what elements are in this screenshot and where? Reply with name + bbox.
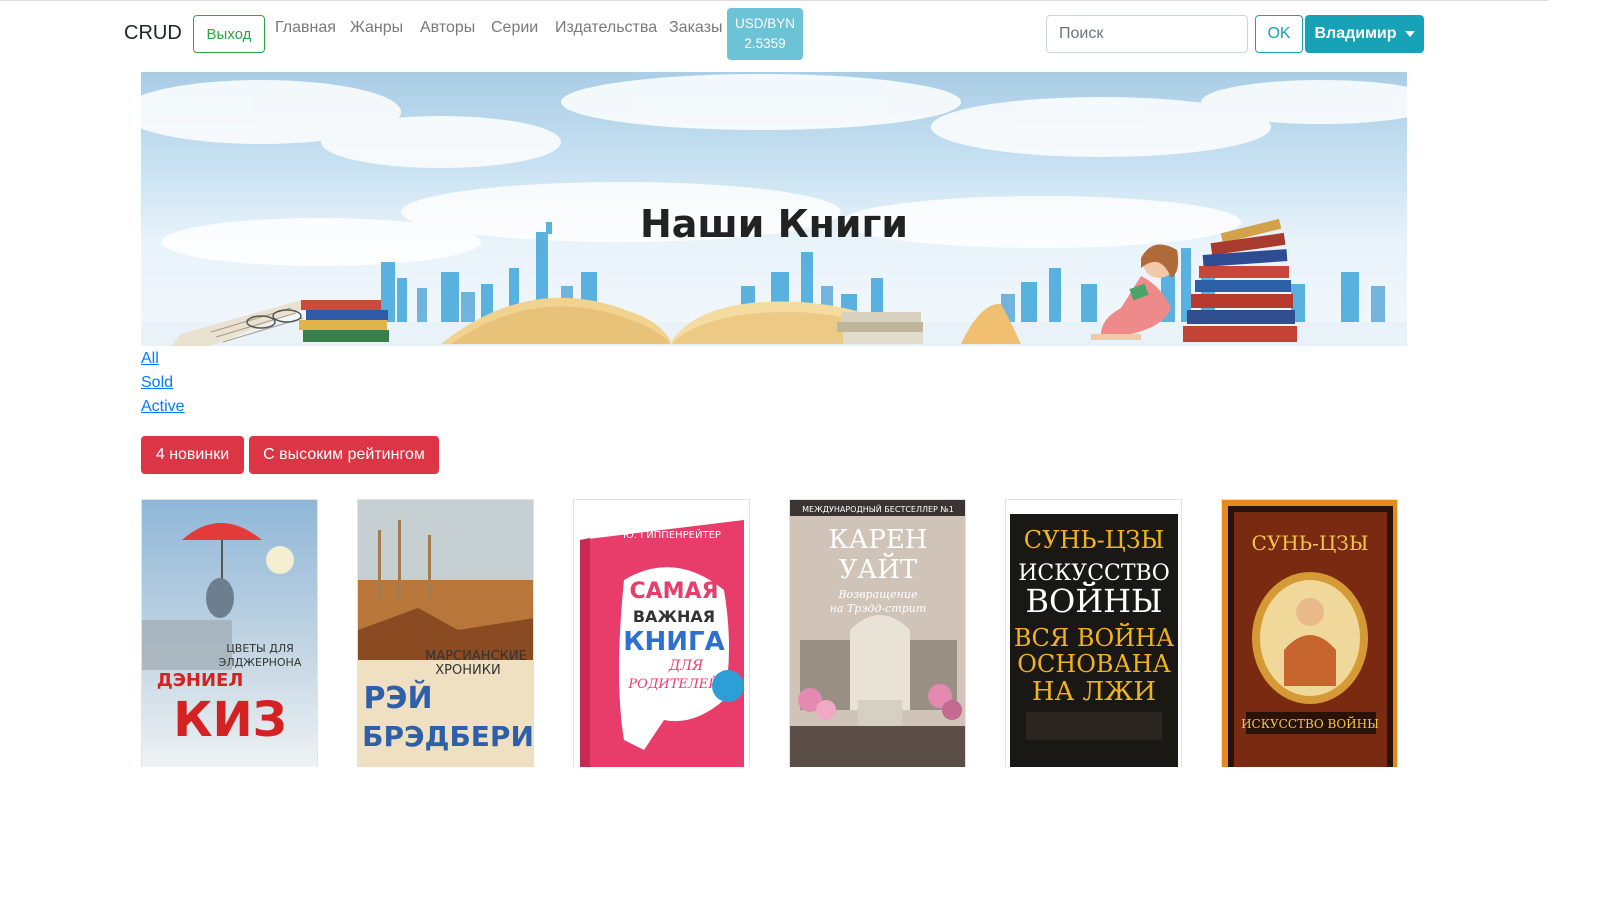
book-cover-image: МАРСИАНСКИЕ ХРОНИКИ РЭЙ БРЭДБЕРИ [358, 500, 534, 767]
book-4-author-first: КАРЕН [829, 525, 928, 555]
hero-title: Наши Книги [639, 202, 909, 246]
book-1-title-line1: ЦВЕТЫ ДЛЯ [226, 642, 293, 655]
hero-banner: Наши Книги [141, 72, 1407, 346]
top-border [0, 0, 1548, 1]
book-cover-image: МЕЖДУНАРОДНЫЙ БЕСТСЕЛЛЕР №1 КАРЕН УАЙТ В… [790, 500, 965, 767]
book-2-author-first: РЭЙ [363, 680, 432, 716]
book-card[interactable]: МЕЖДУНАРОДНЫЙ БЕСТСЕЛЛЕР №1 КАРЕН УАЙТ В… [789, 499, 966, 767]
book-3-title-4: ДЛЯ [668, 658, 704, 674]
nav-link-home[interactable]: Главная [275, 19, 336, 37]
book-5-quote-2: ОСНОВАНА [1017, 650, 1171, 678]
book-3-author: Ю. ГИППЕНРЕЙТЕР [623, 528, 721, 541]
book-3-title-3: КНИГА [623, 627, 724, 657]
user-name: Владимир [1314, 25, 1397, 42]
book-5-title-2: ВОЙНЫ [1025, 581, 1162, 620]
nav-link-series[interactable]: Серии [491, 19, 538, 37]
book-4-author-last: УАЙТ [839, 553, 918, 585]
book-5-author: СУНЬ-ЦЗЫ [1024, 526, 1164, 554]
currency-rate-badge: USD/BYN 2.5359 [727, 8, 803, 60]
book-cover-image: Ю. ГИППЕНРЕЙТЕР САМАЯ ВАЖНАЯ КНИГА ДЛЯ Р… [574, 500, 749, 767]
book-4-header: МЕЖДУНАРОДНЫЙ БЕСТСЕЛЛЕР №1 [802, 503, 954, 514]
new-books-button[interactable]: 4 новинки [141, 436, 244, 474]
currency-value: 2.5359 [744, 36, 786, 51]
chevron-down-icon [1404, 31, 1415, 37]
book-card[interactable]: ЦВЕТЫ ДЛЯ ЭЛДЖЕРНОНА ДЭНИЕЛ КИЗ [141, 499, 318, 767]
book-5-quote-3: НА ЛЖИ [1032, 677, 1156, 707]
book-card[interactable]: Ю. ГИППЕНРЕЙТЕР САМАЯ ВАЖНАЯ КНИГА ДЛЯ Р… [573, 499, 750, 767]
nav-link-orders[interactable]: Заказы [669, 19, 722, 37]
book-2-author-last: БРЭДБЕРИ [362, 720, 534, 753]
book-2-title-line1: МАРСИАНСКИЕ [425, 649, 527, 664]
book-5-quote-1: ВСЯ ВОЙНА [1014, 622, 1174, 652]
nav-link-publishers[interactable]: Издательства [555, 19, 657, 37]
book-6-title: ИСКУССТВО ВОЙНЫ [1241, 715, 1379, 731]
filter-link-all[interactable]: All [141, 350, 159, 368]
book-2-title-line2: ХРОНИКИ [435, 663, 500, 678]
high-rating-button[interactable]: С высоким рейтингом [249, 436, 439, 474]
book-1-author-last: КИЗ [173, 692, 287, 748]
book-3-title-5: РОДИТЕЛЕЙ [627, 674, 720, 692]
book-card[interactable]: МАРСИАНСКИЕ ХРОНИКИ РЭЙ БРЭДБЕРИ [357, 499, 534, 767]
book-card[interactable]: СУНЬ-ЦЗЫ ИСКУССТВО ВОЙНЫ [1221, 499, 1398, 767]
book-3-title-1: САМАЯ [629, 579, 718, 604]
search-ok-button[interactable]: OK [1255, 15, 1303, 53]
book-4-subtitle-2: на Трэдд-стрит [830, 602, 927, 615]
book-cover-image: ЦВЕТЫ ДЛЯ ЭЛДЖЕРНОНА ДЭНИЕЛ КИЗ [142, 500, 317, 767]
book-3-title-2: ВАЖНАЯ [633, 607, 715, 626]
search-input[interactable] [1046, 15, 1248, 53]
book-cover-image: СУНЬ-ЦЗЫ ИСКУССТВО ВОЙНЫ [1222, 500, 1397, 767]
user-dropdown-button[interactable]: Владимир [1305, 15, 1424, 53]
filter-link-sold[interactable]: Sold [141, 374, 173, 392]
book-4-subtitle-1: Возвращение [837, 588, 918, 601]
book-6-author: СУНЬ-ЦЗЫ [1251, 531, 1368, 555]
nav-link-authors[interactable]: Авторы [420, 19, 475, 37]
currency-pair: USD/BYN [734, 16, 795, 31]
nav-link-genres[interactable]: Жанры [350, 19, 403, 37]
book-cover-image: СУНЬ-ЦЗЫ ИСКУССТВО ВОЙНЫ ВСЯ ВОЙНА ОСНОВ… [1006, 500, 1181, 767]
book-1-author-first: ДЭНИЕЛ [157, 670, 244, 691]
filter-link-active[interactable]: Active [141, 398, 185, 416]
book-1-title-line2: ЭЛДЖЕРНОНА [219, 656, 302, 669]
book-card[interactable]: СУНЬ-ЦЗЫ ИСКУССТВО ВОЙНЫ ВСЯ ВОЙНА ОСНОВ… [1005, 499, 1182, 767]
exit-button[interactable]: Выход [193, 15, 265, 53]
brand-logo[interactable]: CRUD [124, 22, 182, 45]
